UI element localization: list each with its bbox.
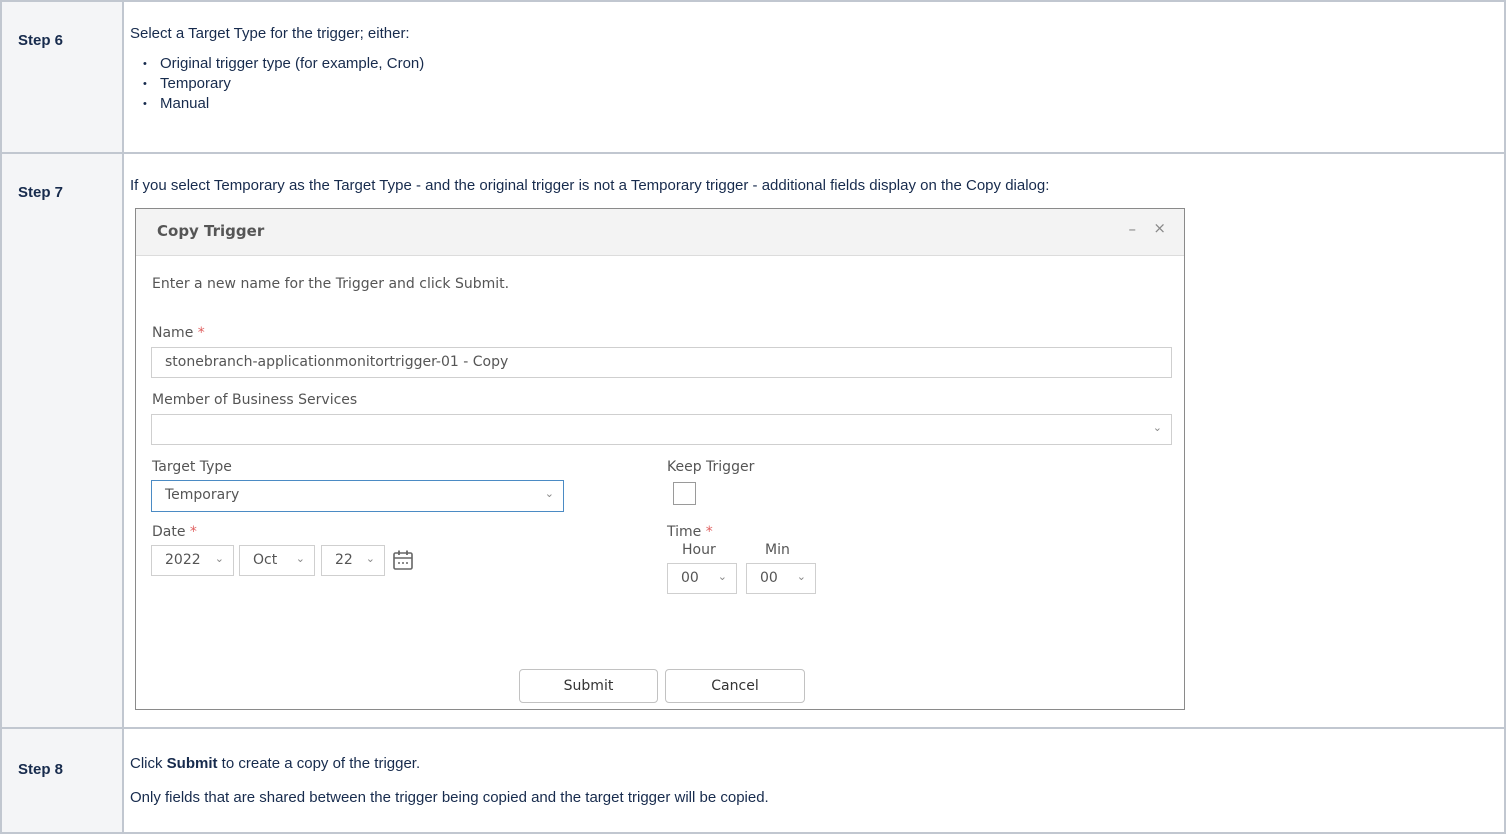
chevron-down-icon: ⌄ [365, 552, 375, 565]
target-type-select[interactable]: Temporary ⌄ [151, 480, 564, 512]
dialog-instruction: Enter a new name for the Trigger and cli… [152, 276, 510, 292]
chevron-down-icon: ⌄ [717, 570, 727, 583]
name-input-value: stonebranch-applicationmonitortrigger-01… [165, 354, 509, 370]
step-text-part: to create a copy of the trigger. [217, 755, 421, 772]
step-text-part: Click [130, 755, 167, 772]
min-label: Min [765, 542, 790, 558]
calendar-icon[interactable] [392, 549, 414, 571]
min-value: 00 [760, 570, 778, 586]
required-mark: * [189, 524, 197, 540]
date-day-select[interactable]: 22 ⌄ [321, 545, 385, 576]
hour-label: Hour [682, 542, 716, 558]
step-text: If you select Temporary as the Target Ty… [130, 177, 1050, 194]
min-select[interactable]: 00 ⌄ [746, 563, 816, 594]
list-item-text: Original trigger type (for example, Cron… [160, 55, 425, 72]
time-label-text: Time [667, 524, 702, 540]
cancel-button[interactable]: Cancel [665, 669, 805, 703]
minimize-icon[interactable]: – [1129, 220, 1137, 238]
chevron-down-icon: ⌄ [796, 570, 806, 583]
list-item-text: Manual [160, 95, 210, 112]
step-label: Step 8 [0, 727, 124, 834]
date-label: Date * [152, 524, 197, 540]
step-note: Only fields that are shared between the … [130, 789, 769, 806]
step-label: Step 7 [0, 152, 124, 729]
chevron-down-icon: ⌄ [1152, 421, 1162, 434]
list-item: • Temporary [143, 75, 231, 92]
copy-trigger-dialog: Copy Trigger – × Enter a new name for th… [135, 208, 1185, 710]
list-item: • Original trigger type (for example, Cro… [143, 55, 425, 72]
chevron-down-icon: ⌄ [214, 552, 224, 565]
date-day-value: 22 [335, 552, 353, 568]
keep-trigger-checkbox[interactable] [673, 482, 696, 505]
step-row: Step 7 If you select Temporary as the Ta… [0, 152, 1506, 729]
hour-select[interactable]: 00 ⌄ [667, 563, 737, 594]
step-content: Select a Target Type for the trigger; ei… [122, 0, 1506, 154]
name-input[interactable]: stonebranch-applicationmonitortrigger-01… [151, 347, 1172, 378]
step-text: Select a Target Type for the trigger; ei… [130, 25, 410, 42]
target-type-value: Temporary [165, 487, 240, 503]
step-row: Step 6 Select a Target Type for the trig… [0, 0, 1506, 154]
required-mark: * [197, 325, 205, 341]
required-mark: * [705, 524, 713, 540]
date-month-value: Oct [253, 552, 278, 568]
step-content: If you select Temporary as the Target Ty… [122, 152, 1506, 729]
name-label-text: Name [152, 325, 194, 341]
submit-button[interactable]: Submit [519, 669, 658, 703]
step-label: Step 6 [0, 0, 124, 154]
target-type-options-list: • Original trigger type (for example, Cro… [130, 54, 1504, 114]
list-item-text: Temporary [160, 75, 231, 92]
time-label: Time * [667, 524, 713, 540]
dialog-header: Copy Trigger – × [136, 209, 1184, 256]
step-row: Step 8 Click Submit to create a copy of … [0, 727, 1506, 834]
date-year-select[interactable]: 2022 ⌄ [151, 545, 234, 576]
date-year-value: 2022 [165, 552, 201, 568]
keep-trigger-label: Keep Trigger [667, 459, 755, 475]
step-content: Click Submit to create a copy of the tri… [122, 727, 1506, 834]
close-icon[interactable]: × [1153, 219, 1166, 237]
dialog-title: Copy Trigger [157, 222, 265, 240]
member-of-business-services-select[interactable]: ⌄ [151, 414, 1172, 445]
list-item: • Manual [143, 95, 210, 112]
member-label: Member of Business Services [152, 392, 358, 408]
hour-value: 00 [681, 570, 699, 586]
steps-table: Step 6 Select a Target Type for the trig… [0, 0, 1506, 834]
name-label: Name * [152, 325, 205, 341]
date-month-select[interactable]: Oct ⌄ [239, 545, 315, 576]
submit-emphasis: Submit [166, 755, 218, 772]
date-label-text: Date [152, 524, 186, 540]
step-text: Click Submit to create a copy of the tri… [130, 754, 1504, 774]
target-type-label: Target Type [152, 459, 232, 475]
chevron-down-icon: ⌄ [295, 552, 305, 565]
chevron-down-icon: ⌄ [544, 487, 554, 500]
